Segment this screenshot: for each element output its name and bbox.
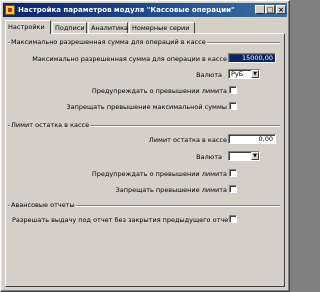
chevron-down-icon[interactable]: ▼ bbox=[251, 152, 259, 160]
reports-group-title: Авансовые отчеты bbox=[10, 201, 76, 209]
tab-number-series[interactable]: Номерные серии bbox=[129, 22, 195, 33]
chevron-down-icon[interactable]: ▼ bbox=[251, 70, 259, 78]
window-title: Настройка параметров модуля "Кассовые оп… bbox=[18, 6, 235, 14]
close-button[interactable]: × bbox=[276, 5, 286, 14]
allow-advance-checkbox[interactable] bbox=[229, 215, 237, 223]
balance-limit-group-title: Лимит остатка в кассе bbox=[10, 121, 91, 129]
balance-currency-select[interactable]: ▼ bbox=[228, 151, 260, 161]
max-sum-group-title: Максимально разрешенная сумма для операц… bbox=[10, 38, 207, 46]
tab-settings[interactable]: Настройки bbox=[5, 20, 51, 34]
minimize-button[interactable]: _ bbox=[255, 5, 265, 14]
tab-analytics[interactable]: Аналитика bbox=[88, 22, 128, 33]
currency-select[interactable]: РуБ ▼ bbox=[228, 69, 260, 79]
max-sum-label: Максимально разрешенная сумма для операц… bbox=[32, 55, 227, 63]
app-icon bbox=[5, 5, 15, 15]
balance-warn-checkbox[interactable] bbox=[229, 169, 237, 177]
currency-select-value: РуБ bbox=[231, 70, 244, 78]
max-sum-input[interactable]: 15000,00 bbox=[228, 53, 276, 63]
currency-label: Валюта bbox=[196, 71, 222, 79]
settings-window: Настройка параметров модуля "Кассовые оп… bbox=[0, 0, 290, 292]
balance-forbid-checkbox[interactable] bbox=[229, 185, 237, 193]
balance-warn-label: Предупреждать о превышении лимита bbox=[91, 170, 227, 178]
title-bar[interactable]: Настройка параметров модуля "Кассовые оп… bbox=[3, 3, 287, 17]
maximize-button[interactable]: □ bbox=[265, 5, 275, 14]
max-sum-forbid-checkbox[interactable] bbox=[229, 102, 237, 110]
max-sum-forbid-label: Запрещать превышение максимальной суммы bbox=[66, 103, 228, 111]
max-sum-warn-label: Предупреждать о превышении лимита bbox=[91, 87, 227, 95]
balance-currency-label: Валюта bbox=[196, 153, 222, 161]
balance-forbid-label: Запрещать превышение лимита bbox=[115, 186, 227, 194]
balance-limit-input[interactable]: 0,00 bbox=[228, 134, 276, 144]
settings-panel: Максимально разрешенная сумма для операц… bbox=[5, 33, 285, 287]
max-sum-warn-checkbox[interactable] bbox=[229, 86, 237, 94]
allow-advance-label: Разрешать выдачу под отчет без закрытия … bbox=[12, 216, 236, 224]
tab-signatures[interactable]: Подписи bbox=[52, 22, 87, 33]
balance-limit-label: Лимит остатка в кассе bbox=[148, 136, 227, 144]
